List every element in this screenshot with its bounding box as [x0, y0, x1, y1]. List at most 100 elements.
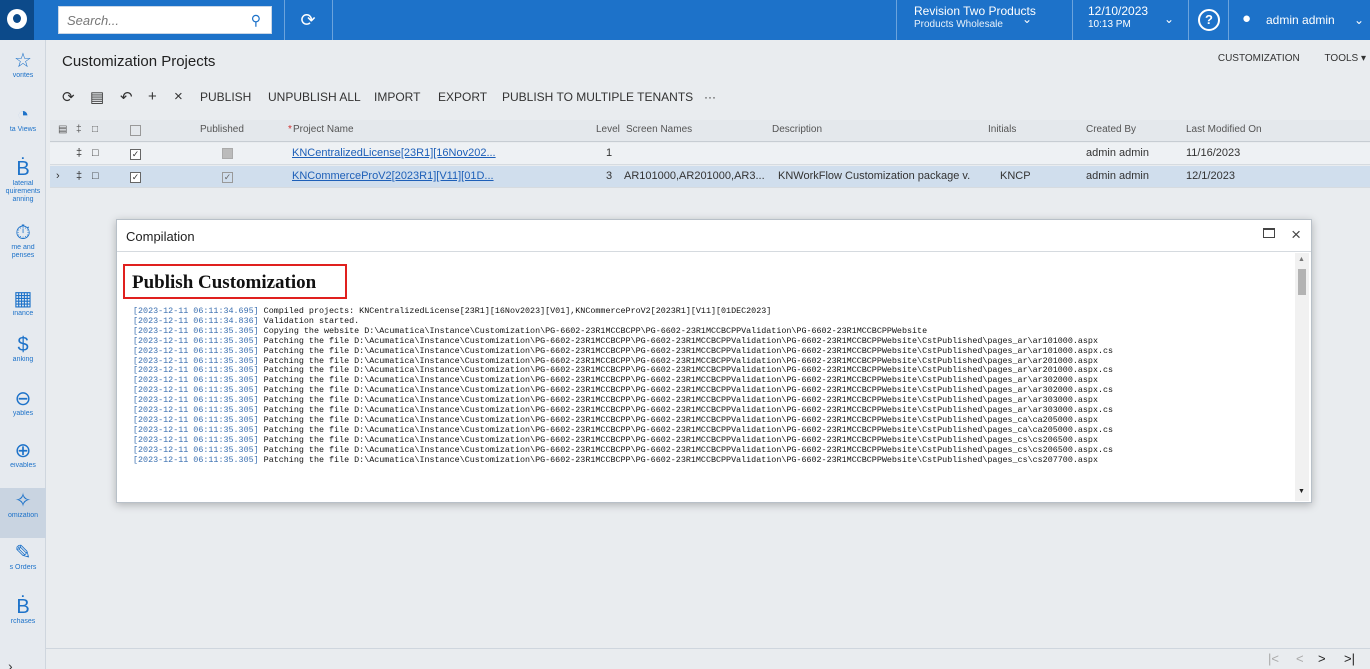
log-timestamp: [2023-12-11 06:11:35.305] [133, 385, 259, 396]
attachment-icon[interactable]: ‡ [76, 170, 82, 182]
col-initials[interactable]: Initials [988, 124, 1016, 135]
branch-name: Products Wholesale [914, 19, 1003, 30]
divider [332, 0, 333, 40]
log-timestamp: [2023-12-11 06:11:35.305] [133, 454, 259, 465]
log-message: Patching the file D:\Acumatica\Instance\… [258, 375, 1098, 386]
table-row[interactable]: › ‡ □ ✓ ✓ KNCommerceProV2[2023R1][V11][0… [50, 166, 1370, 188]
publish-button[interactable]: PUBLISH [200, 90, 251, 104]
page-title: Customization Projects [62, 53, 216, 70]
initials-cell: KNCP [1000, 170, 1031, 182]
nav-purchases[interactable]: Ḃrchases [0, 594, 46, 642]
log-timestamp: [2023-12-11 06:11:34.836] [133, 315, 259, 326]
nav-label: laterial quirements anning [5, 180, 41, 203]
scroll-up-icon[interactable]: ▲ [1298, 256, 1305, 263]
select-all-checkbox[interactable] [130, 125, 141, 139]
scroll-down-icon[interactable]: ▼ [1298, 488, 1305, 495]
document-icon[interactable]: □ [92, 124, 98, 135]
search-input[interactable]: Search... ⚲ [58, 6, 272, 34]
col-created-by[interactable]: Created By [1086, 124, 1136, 135]
required-mark: * [288, 124, 292, 135]
plus-circle-icon: ⊕ [14, 440, 32, 462]
publish-multi-tenants-button[interactable]: PUBLISH TO MULTIPLE TENANTS [502, 90, 693, 104]
add-icon[interactable]: + [148, 88, 157, 105]
user-menu[interactable]: ● admin admin ⌄ [1236, 4, 1370, 36]
refresh-icon[interactable]: ⟳ [62, 88, 75, 106]
nav-favorites[interactable]: ☆ vorites [0, 48, 46, 96]
divider [1188, 0, 1189, 40]
nav-payables[interactable]: ⊖ yables [0, 386, 46, 434]
nav-receivables[interactable]: ⊕ eivables [0, 438, 46, 486]
attachment-icon[interactable]: ‡ [76, 147, 82, 159]
nav-banking[interactable]: $ anking [0, 332, 46, 380]
calculator-icon: ▦ [13, 288, 33, 310]
log-message: Patching the file D:\Acumatica\Instance\… [258, 355, 1098, 366]
nav-material-requirements[interactable]: Ḃlaterial quirements anning [0, 156, 46, 210]
delete-icon[interactable]: × [174, 88, 183, 105]
save-icon[interactable]: ▤ [90, 88, 104, 106]
last-page-icon[interactable]: >| [1344, 651, 1355, 666]
col-last-modified[interactable]: Last Modified On [1186, 124, 1262, 135]
log-timestamp: [2023-12-11 06:11:35.305] [133, 444, 259, 455]
nav-finance[interactable]: ▦ inance [0, 286, 46, 334]
document-icon[interactable]: □ [92, 170, 99, 182]
nav-sales-orders[interactable]: ✎ s Orders [0, 540, 46, 588]
star-icon: ☆ [14, 50, 32, 72]
chevron-right-icon[interactable]: › [8, 658, 13, 669]
col-description[interactable]: Description [772, 124, 822, 135]
created-by-cell: admin admin [1086, 147, 1149, 159]
divider [1228, 0, 1229, 40]
company-name: Revision Two Products [914, 4, 1036, 18]
files-icon[interactable]: ▤ [58, 124, 67, 135]
document-icon[interactable]: □ [92, 147, 99, 159]
dialog-header: Compilation × [117, 220, 1311, 252]
date-selector[interactable]: 12/10/2023 10:13 PM ⌄ [1082, 4, 1182, 36]
compilation-dialog: Compilation × Publish Customization [202… [116, 219, 1312, 503]
nav-label: s Orders [9, 564, 37, 571]
log-timestamp: [2023-12-11 06:11:35.305] [133, 414, 259, 425]
next-page-icon[interactable]: > [1318, 651, 1326, 666]
log-message: Validation started. [258, 315, 360, 326]
project-name-link[interactable]: KNCommerceProV2[2023R1][V11][01D... [292, 170, 506, 182]
help-icon[interactable]: ? [1198, 9, 1220, 31]
history-icon[interactable]: ⟳ [296, 8, 320, 32]
divider [1072, 0, 1073, 40]
close-icon[interactable]: × [1291, 225, 1301, 245]
log-scrollbar[interactable]: ▲ ▼ [1295, 253, 1309, 501]
attachment-icon[interactable]: ‡ [76, 124, 82, 135]
undo-icon[interactable]: ↶ [120, 88, 133, 106]
row-select-checkbox[interactable]: ✓ [130, 148, 141, 160]
row-select-checkbox[interactable]: ✓ [130, 171, 141, 183]
prev-page-icon[interactable]: < [1296, 651, 1304, 666]
export-button[interactable]: EXPORT [438, 90, 487, 104]
dialog-body: Publish Customization [2023-12-11 06:11:… [117, 253, 1291, 501]
business-time: 10:13 PM [1088, 19, 1131, 30]
log-line: [2023-12-11 06:11:35.305] Patching the f… [133, 454, 1291, 466]
chevron-right-icon[interactable]: › [56, 170, 60, 182]
project-name-link[interactable]: KNCentralizedLicense[23R1][16Nov202... [292, 147, 506, 159]
nav-data-views[interactable]: ◔ ta Views [0, 102, 46, 150]
tools-menu[interactable]: TOOLS ▾ [1324, 53, 1366, 64]
unpublish-all-button[interactable]: UNPUBLISH ALL [268, 90, 361, 104]
company-selector[interactable]: Revision Two Products Products Wholesale… [906, 4, 1038, 36]
import-button[interactable]: IMPORT [374, 90, 420, 104]
nav-customization[interactable]: ✧ omization [0, 488, 46, 538]
nav-time-expenses[interactable]: ⏱ me and penses [0, 220, 46, 268]
screen-names-cell: AR101000,AR201000,AR3... [624, 170, 764, 182]
col-screen-names[interactable]: Screen Names [626, 124, 692, 135]
col-project-name[interactable]: Project Name [293, 124, 354, 135]
compilation-log: [2023-12-11 06:11:34.695] Compiled proje… [133, 306, 1291, 466]
col-published[interactable]: Published [200, 124, 244, 135]
created-by-cell: admin admin [1086, 170, 1149, 182]
top-bar: Search... ⚲ ⟳ Revision Two Products Prod… [0, 0, 1370, 40]
customization-link[interactable]: CUSTOMIZATION [1218, 53, 1300, 64]
log-timestamp: [2023-12-11 06:11:35.305] [133, 424, 259, 435]
app-logo[interactable] [0, 0, 34, 40]
table-row[interactable]: ‡ □ ✓ KNCentralizedLicense[23R1][16Nov20… [50, 143, 1370, 165]
more-button[interactable]: ··· [704, 90, 716, 104]
first-page-icon[interactable]: |< [1268, 651, 1279, 666]
maximize-icon[interactable] [1263, 228, 1275, 238]
search-icon[interactable]: ⚲ [251, 12, 261, 29]
col-level[interactable]: Level [596, 124, 620, 135]
nav-label: eivables [10, 462, 36, 469]
scroll-thumb[interactable] [1298, 269, 1306, 295]
